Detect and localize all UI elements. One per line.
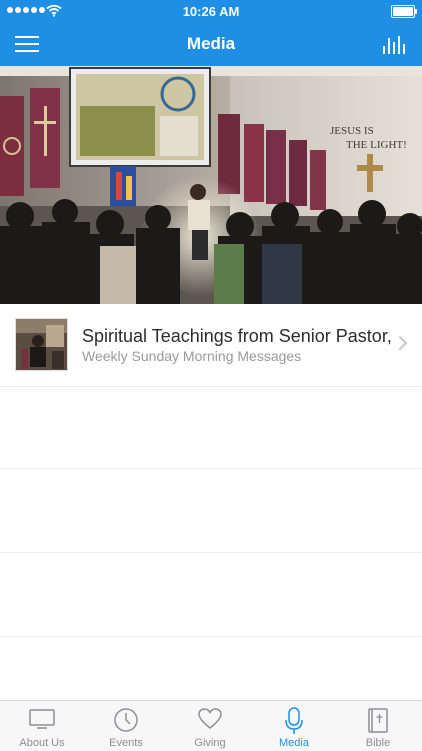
page-title: Media <box>186 34 236 53</box>
hero-image: JESUS IS THE LIGHT! <box>0 66 422 304</box>
battery-icon <box>391 5 417 18</box>
heart-icon <box>198 708 222 729</box>
row-separator <box>0 636 422 637</box>
media-series-row[interactable]: Spiritual Teachings from Senior Pastor, … <box>0 304 422 387</box>
tab-events[interactable]: Events <box>84 701 168 751</box>
tab-label: Bible <box>365 737 391 749</box>
tab-label: Giving <box>194 737 226 749</box>
tab-bar: About Us Events Giving Media Bible <box>0 700 422 751</box>
row-separator <box>0 552 422 553</box>
chevron-right-icon <box>399 336 408 350</box>
monitor-icon <box>29 709 55 729</box>
banner-text-line1: JESUS IS <box>330 125 374 137</box>
banner-text-line2: THE LIGHT! <box>346 139 407 151</box>
tab-label: Media <box>279 737 309 749</box>
media-series-title: Spiritual Teachings from Senior Pastor, … <box>82 326 392 346</box>
status-time: 10:26 AM <box>182 4 240 19</box>
tab-about-us[interactable]: About Us <box>0 701 84 751</box>
status-bar: 10:26 AM <box>0 0 422 22</box>
microphone-icon <box>285 707 303 734</box>
navigation-bar: Media <box>0 22 422 66</box>
tab-bible[interactable]: Bible <box>336 701 420 751</box>
bible-icon <box>368 708 388 733</box>
row-separator <box>0 468 422 469</box>
tab-media[interactable]: Media <box>252 701 336 751</box>
tab-giving[interactable]: Giving <box>168 701 252 751</box>
tab-label: Events <box>109 737 143 749</box>
media-series-subtitle: Weekly Sunday Morning Messages <box>82 348 302 364</box>
tab-label: About Us <box>19 737 65 749</box>
media-thumbnail <box>15 318 68 371</box>
hero-carousel[interactable]: JESUS IS THE LIGHT! <box>0 66 422 304</box>
audio-levels-icon[interactable] <box>382 32 408 56</box>
clock-icon <box>114 708 138 732</box>
